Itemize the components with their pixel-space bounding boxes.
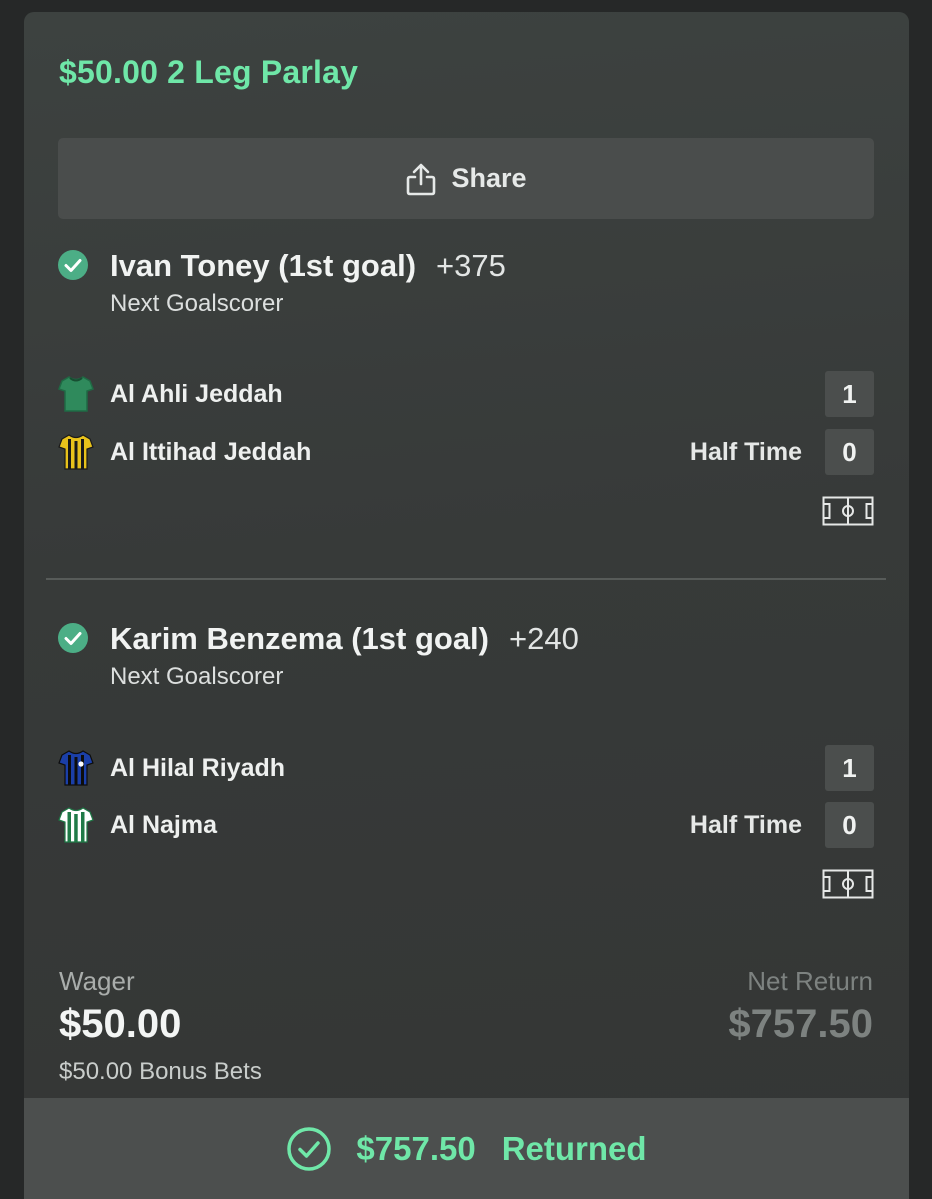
pitch-icon[interactable]: [822, 869, 874, 899]
share-button[interactable]: Share: [58, 138, 874, 219]
team-row-home: Al Hilal Riyadh 1: [24, 745, 909, 791]
net-return-label: Net Return: [747, 966, 873, 996]
bonus-bets-text: $50.00 Bonus Bets: [59, 1058, 262, 1085]
selection-odds: +375: [436, 248, 506, 283]
leg-selection: Ivan Toney (1st goal) +375: [110, 248, 506, 284]
pitch-icon[interactable]: [822, 496, 874, 526]
team-name: Al Najma: [110, 811, 217, 839]
share-icon: [407, 163, 436, 195]
team-score: 0: [825, 429, 874, 475]
jersey-icon: [58, 434, 94, 470]
match-period: Half Time: [689, 811, 802, 839]
leg-selection: Karim Benzema (1st goal) +240: [110, 621, 579, 657]
jersey-icon: [58, 807, 94, 843]
wager-value: $50.00: [59, 1002, 182, 1046]
leg-market: Next Goalscorer: [110, 290, 284, 317]
leg-market: Next Goalscorer: [110, 663, 284, 690]
team-score: 1: [825, 745, 874, 791]
check-circle-icon: [58, 623, 88, 653]
selection-odds: +240: [509, 621, 579, 656]
result-status: Returned: [501, 1129, 647, 1167]
jersey-icon: [58, 376, 94, 412]
bet-card: $50.00 2 Leg Parlay Share Ivan Toney (1s…: [24, 12, 909, 1199]
team-name: Al Hilal Riyadh: [110, 754, 286, 782]
result-banner: $757.50 Returned: [24, 1098, 909, 1199]
returned-amount: $757.50: [356, 1129, 476, 1167]
team-score: 0: [825, 802, 874, 848]
selection-name: Karim Benzema (1st goal): [110, 621, 489, 656]
team-name: Al Ahli Jeddah: [110, 380, 283, 408]
share-button-label: Share: [451, 163, 527, 193]
check-circle-icon: [58, 250, 88, 280]
team-score: 1: [825, 371, 874, 417]
match-period: Half Time: [689, 438, 802, 466]
selection-name: Ivan Toney (1st goal): [110, 248, 417, 283]
net-return-value: $757.50: [728, 1002, 873, 1046]
team-row-home: Al Ahli Jeddah 1: [24, 371, 909, 417]
check-circle-outline-icon: [287, 1126, 332, 1171]
bet-title: $50.00 2 Leg Parlay: [59, 54, 359, 90]
jersey-icon: [58, 750, 94, 786]
leg-divider: [46, 578, 886, 580]
team-row-away: Al Ittihad Jeddah Half Time 0: [24, 429, 909, 475]
team-row-away: Al Najma Half Time 0: [24, 802, 909, 848]
wager-label: Wager: [59, 966, 135, 996]
team-name: Al Ittihad Jeddah: [110, 438, 312, 466]
